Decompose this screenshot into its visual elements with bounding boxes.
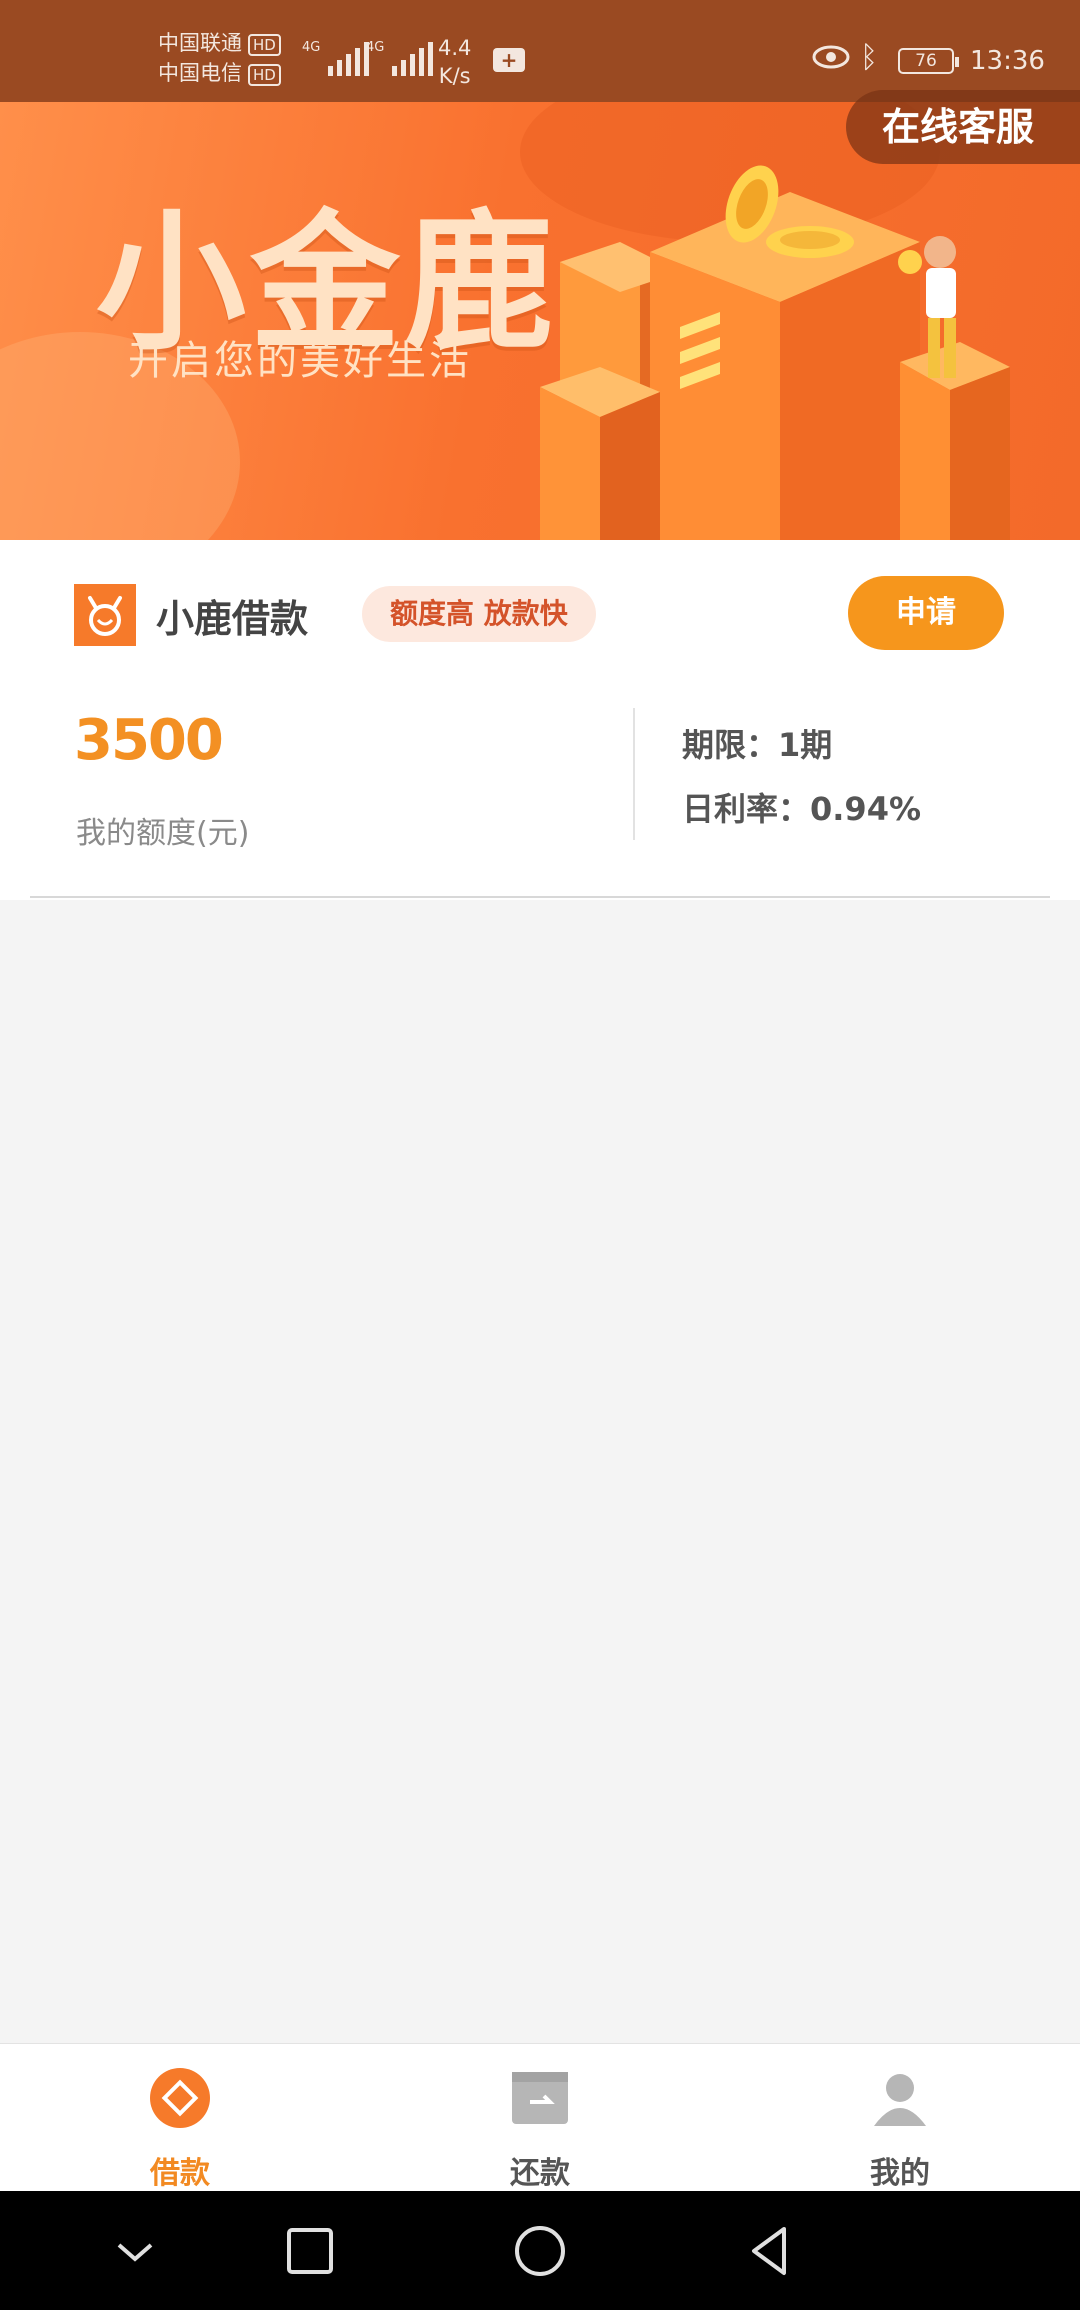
notification-icon: +: [493, 48, 525, 72]
eye-comfort-icon: [812, 45, 850, 69]
card-divider: [30, 896, 1050, 898]
hd-badge-2: HD: [248, 64, 281, 86]
tab-loan-label: 借款: [150, 2156, 210, 2191]
daily-rate: 日利率：0.94%: [682, 790, 922, 828]
deer-logo-icon: [74, 584, 136, 646]
collapse-icon[interactable]: [105, 2221, 165, 2281]
tab-loan[interactable]: 借款: [80, 2044, 280, 2192]
network-type-2: 4G: [366, 40, 385, 55]
hd-badge-1: HD: [248, 34, 281, 56]
speed-value: 4.4: [438, 36, 472, 60]
tab-repay[interactable]: 还款: [440, 2044, 640, 2192]
loan-term: 期限：1期: [682, 726, 833, 764]
carrier-1: 中国联通: [158, 31, 242, 55]
divider: [633, 708, 635, 840]
repay-icon: [512, 2072, 568, 2124]
network-speed: 4.4 K/s: [438, 34, 471, 90]
product-name: 小鹿借款: [156, 597, 309, 641]
home-icon[interactable]: [510, 2221, 570, 2281]
clock: 13:36: [970, 46, 1045, 76]
tab-repay-label: 还款: [510, 2156, 570, 2191]
battery-level: 76: [915, 51, 937, 71]
bottom-tab-bar: 借款 还款 我的: [0, 2043, 1080, 2191]
carrier-info: 中国联通 HD 中国电信 HD: [158, 28, 281, 88]
battery-icon: 76: [898, 48, 959, 74]
loan-product-card[interactable]: 小鹿借款 额度高 放款快 申请 3500 我的额度(元) 期限：1期 日利率：0…: [0, 540, 1080, 900]
city-illustration: [540, 165, 1010, 540]
profile-icon: [874, 2074, 926, 2126]
tab-profile[interactable]: 我的: [800, 2044, 1000, 2192]
back-icon[interactable]: [740, 2221, 800, 2281]
system-nav-bar: [0, 2191, 1080, 2310]
apply-button[interactable]: 申请: [848, 576, 1004, 650]
hero-banner[interactable]: 小金鹿 开启您的美好生活: [0, 102, 1080, 540]
recents-icon[interactable]: [280, 2221, 340, 2281]
loan-icon: [150, 2068, 210, 2128]
bluetooth-icon: ᛒ: [860, 40, 878, 75]
tab-profile-label: 我的: [870, 2156, 930, 2191]
speed-unit: K/s: [438, 64, 471, 88]
credit-amount-label: 我的额度(元): [76, 816, 250, 851]
network-type-1: 4G: [302, 40, 321, 55]
banner-subtitle: 开启您的美好生活: [128, 338, 472, 384]
status-bar: 中国联通 HD 中国电信 HD 4G 4G 4.4 K/s + ᛒ 76 13:36: [0, 0, 1080, 102]
signal-icon-1: 4G: [302, 40, 370, 76]
customer-service-button[interactable]: 在线客服: [846, 90, 1080, 164]
product-tag: 额度高 放款快: [362, 586, 596, 642]
carrier-2: 中国电信: [158, 61, 242, 85]
signal-icon-2: 4G: [366, 40, 434, 76]
credit-amount: 3500: [74, 708, 224, 773]
